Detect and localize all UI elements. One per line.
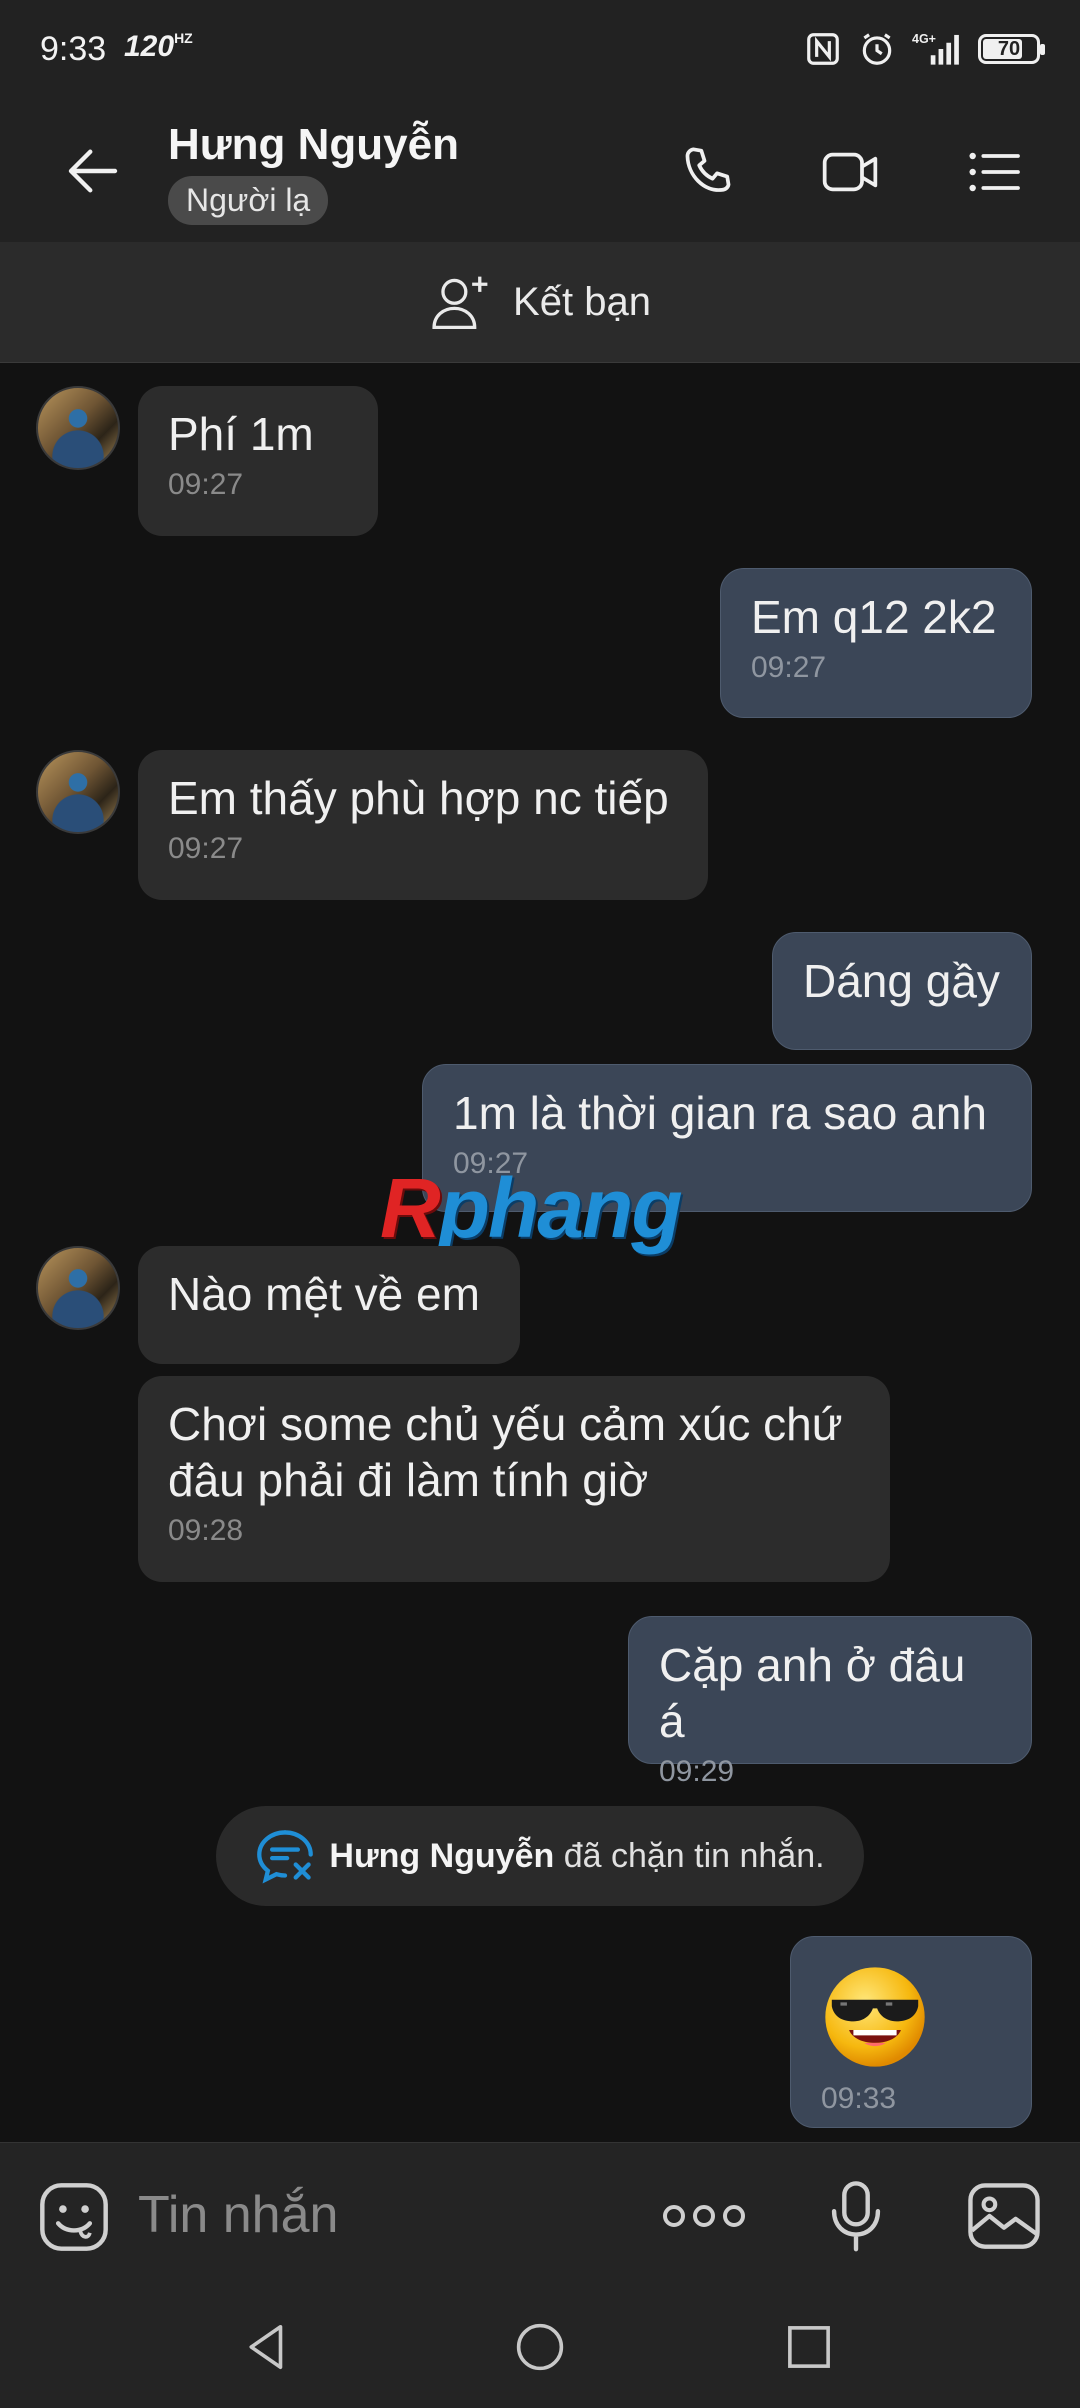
avatar[interactable] <box>36 1246 120 1330</box>
message-bubble-incoming[interactable]: Phí 1m 09:27 <box>138 386 378 536</box>
back-arrow-icon[interactable] <box>60 138 126 204</box>
blocked-notice: Hưng Nguyễn đã chặn tin nhắn. <box>216 1806 864 1906</box>
nav-back-icon[interactable] <box>240 2320 294 2374</box>
refresh-rate: 120HZ <box>124 30 193 63</box>
menu-list-icon[interactable] <box>962 140 1026 204</box>
watermark-logo: Rphang <box>380 1161 683 1255</box>
message-bubble-outgoing[interactable]: 09:33 <box>790 1936 1032 2128</box>
add-friend-button[interactable]: Kết bạn <box>0 242 1080 363</box>
microphone-icon[interactable] <box>826 2179 886 2255</box>
signal-icon: 4G+ <box>912 32 959 65</box>
add-friend-label: Kết bạn <box>513 279 651 324</box>
avatar[interactable] <box>36 386 120 470</box>
message-bubble-outgoing[interactable]: Cặp anh ở đâu á 09:29 <box>628 1616 1032 1788</box>
contact-name[interactable]: Hưng Nguyễn <box>168 120 459 170</box>
add-user-icon <box>432 276 488 330</box>
message-bubble-outgoing[interactable]: Em q12 2k2 09:27 <box>720 568 1032 718</box>
video-call-icon[interactable] <box>818 140 882 204</box>
message-bubble-incoming[interactable]: Chơi some chủ yếu cảm xúc chứ đâu phải đ… <box>138 1376 890 1582</box>
battery-icon: 70 <box>978 34 1045 64</box>
blocked-chat-icon <box>257 1830 314 1884</box>
avatar[interactable] <box>36 750 120 834</box>
message-bubble-outgoing[interactable]: Dáng gầy <box>772 932 1032 1050</box>
emoji-sticker-icon[interactable] <box>36 2179 112 2255</box>
message-input-bar: Tin nhắn <box>0 2142 1080 2285</box>
svg-text:4G+: 4G+ <box>912 32 936 46</box>
chat-header: Hưng Nguyễn Người lạ <box>0 98 1080 242</box>
sunglasses-emoji-icon <box>825 1967 925 2067</box>
stranger-badge: Người lạ <box>168 176 329 225</box>
more-options-icon[interactable] <box>660 2191 748 2241</box>
blocked-notice-text: Hưng Nguyễn đã chặn tin nhắn. <box>329 1836 825 1875</box>
image-gallery-icon[interactable] <box>966 2181 1042 2251</box>
phone-call-icon[interactable] <box>676 140 740 204</box>
clock: 9:33 <box>40 30 107 68</box>
nfc-icon <box>807 33 839 65</box>
status-bar: 9:33 120HZ 4G+ 70 <box>0 0 1080 98</box>
system-nav-bar <box>0 2284 1080 2408</box>
message-bubble-incoming[interactable]: Em thấy phù hợp nc tiếp 09:27 <box>138 750 708 900</box>
message-bubble-incoming[interactable]: Nào mệt về em <box>138 1246 520 1364</box>
status-icons: 4G+ 70 <box>804 26 1045 72</box>
nav-home-icon[interactable] <box>513 2320 567 2374</box>
nav-recents-icon[interactable] <box>782 2320 836 2374</box>
alarm-icon <box>862 33 892 65</box>
message-input[interactable]: Tin nhắn <box>138 2185 338 2245</box>
